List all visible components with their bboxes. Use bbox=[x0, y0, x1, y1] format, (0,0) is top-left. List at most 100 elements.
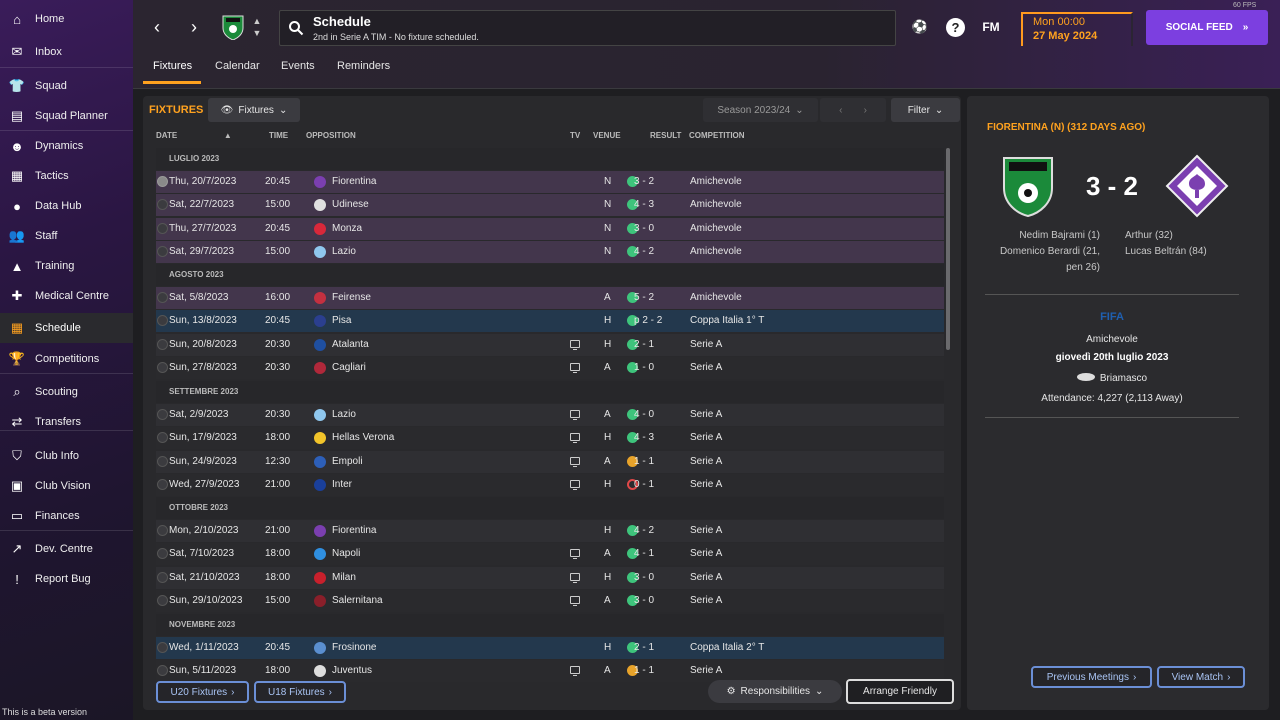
season-nav[interactable]: ‹ › bbox=[820, 98, 886, 122]
fixture-row[interactable]: Sat, 2/9/2023 20:30 Lazio A 4 - 0 Serie A bbox=[156, 404, 944, 426]
responsibilities-dropdown[interactable]: ⚙ Responsibilities ⌄ bbox=[708, 680, 842, 703]
row-checkbox[interactable] bbox=[157, 338, 168, 350]
col-venue[interactable]: VENUE bbox=[593, 131, 621, 140]
fixture-result: 2 - 1 bbox=[634, 642, 655, 653]
fixture-row[interactable]: Thu, 20/7/2023 20:45 Fiorentina N 3 - 2 Amich… bbox=[156, 171, 944, 193]
fixture-row[interactable]: Sat, 7/10/2023 18:00 Napoli A 4 - 1 Serie A bbox=[156, 543, 944, 566]
sidebar-item-schedule[interactable]: ▦ Schedule bbox=[0, 313, 133, 343]
football-icon[interactable]: ⚽ bbox=[909, 16, 931, 38]
row-checkbox[interactable] bbox=[157, 478, 168, 490]
col-competition[interactable]: COMPETITION bbox=[689, 131, 745, 140]
col-tv[interactable]: TV bbox=[570, 131, 580, 140]
forward-button[interactable]: › bbox=[182, 15, 206, 39]
sidebar-item-data-hub[interactable]: ● Data Hub bbox=[0, 191, 133, 221]
row-checkbox[interactable] bbox=[157, 594, 168, 606]
row-checkbox[interactable] bbox=[157, 222, 168, 234]
col-time[interactable]: TIME bbox=[269, 131, 288, 140]
filter-dropdown[interactable]: Filter ⌄ bbox=[891, 98, 960, 122]
row-checkbox[interactable] bbox=[157, 432, 168, 444]
sidebar-item-finances[interactable]: ▭ Finances bbox=[0, 501, 133, 531]
row-checkbox[interactable] bbox=[157, 409, 168, 420]
sidebar-item-squad-planner[interactable]: ▤ Squad Planner bbox=[0, 101, 133, 131]
u20-fixtures-button[interactable]: U20 Fixtures › bbox=[156, 681, 249, 703]
col-result[interactable]: RESULT bbox=[650, 131, 681, 140]
col-date[interactable]: DATE ▲ bbox=[156, 131, 232, 140]
sidebar-item-inbox[interactable]: ✉ Inbox bbox=[0, 37, 133, 67]
u18-fixtures-button[interactable]: U18 Fixtures › bbox=[254, 681, 346, 703]
row-checkbox[interactable] bbox=[157, 245, 168, 257]
arrange-friendly-button[interactable]: Arrange Friendly bbox=[846, 679, 954, 704]
fm-menu-button[interactable]: FM bbox=[980, 16, 1002, 38]
fixture-row[interactable]: Sun, 20/8/2023 20:30 Atalanta H 2 - 1 Serie A bbox=[156, 333, 944, 356]
fixture-row[interactable]: Sun, 17/9/2023 18:00 Hellas Verona H 4 - 3 Se… bbox=[156, 427, 944, 450]
fixture-row[interactable]: Sat, 29/7/2023 15:00 Lazio N 4 - 2 Amichevole bbox=[156, 240, 944, 263]
fixture-row[interactable]: Wed, 1/11/2023 20:45 Frosinone H 2 - 1 Coppa … bbox=[156, 637, 944, 659]
help-icon[interactable]: ? bbox=[946, 18, 965, 37]
sidebar-item-training[interactable]: ▲ Training bbox=[0, 251, 133, 281]
sidebar-item-squad[interactable]: 👕 Squad bbox=[0, 71, 133, 101]
opponent-crest-icon bbox=[314, 478, 326, 491]
fixture-row[interactable]: Sun, 5/11/2023 18:00 Juventus A 1 - 1 Serie A bbox=[156, 660, 944, 683]
row-checkbox[interactable] bbox=[157, 315, 168, 327]
fixture-row[interactable]: Sat, 22/7/2023 15:00 Udinese N 4 - 3 Amichevo… bbox=[156, 194, 944, 217]
row-checkbox[interactable] bbox=[157, 361, 168, 373]
chevron-right-icon[interactable]: › bbox=[864, 105, 867, 116]
row-checkbox[interactable] bbox=[157, 525, 168, 536]
season-dropdown[interactable]: Season 2023/24 ⌄ bbox=[703, 98, 818, 122]
col-opposition[interactable]: OPPOSITION bbox=[306, 131, 356, 140]
sidebar-item-club-vision[interactable]: ▣ Club Vision bbox=[0, 471, 133, 501]
chevron-left-icon[interactable]: ‹ bbox=[839, 105, 842, 116]
social-feed-button[interactable]: SOCIAL FEED » bbox=[1146, 10, 1268, 45]
previous-meetings-button[interactable]: Previous Meetings › bbox=[1031, 666, 1152, 688]
row-checkbox[interactable] bbox=[157, 571, 168, 583]
fixture-opponent: Empoli bbox=[332, 455, 363, 467]
row-checkbox[interactable] bbox=[157, 292, 168, 303]
away-crest-icon[interactable] bbox=[1165, 154, 1229, 218]
sidebar-item-medical-centre[interactable]: ✚ Medical Centre bbox=[0, 281, 133, 311]
club-crest-icon[interactable] bbox=[221, 14, 245, 40]
sidebar-item-dynamics[interactable]: ☻ Dynamics bbox=[0, 131, 133, 161]
fixture-time: 18:00 bbox=[265, 665, 291, 677]
fixture-row[interactable]: Sun, 29/10/2023 15:00 Salernitana A 3 - 0 Ser… bbox=[156, 589, 944, 612]
back-button[interactable]: ‹ bbox=[145, 15, 169, 39]
sidebar-item-staff[interactable]: 👥 Staff bbox=[0, 221, 133, 251]
chevron-right-icon: › bbox=[191, 16, 197, 37]
fixture-row[interactable]: Thu, 27/7/2023 20:45 Monza N 3 - 0 Amichevole bbox=[156, 217, 944, 240]
fixture-row[interactable]: Wed, 27/9/2023 21:00 Inter H 0 - 1 Serie A bbox=[156, 473, 944, 496]
title-search-box[interactable]: Schedule 2nd in Serie A TIM - No fixture… bbox=[279, 10, 896, 46]
sidebar-item-club-info[interactable]: ⛉ Club Info bbox=[0, 441, 133, 471]
fixture-row[interactable]: Sun, 27/8/2023 20:30 Cagliari A 1 - 0 Serie A bbox=[156, 356, 944, 379]
sidebar-item-label: Data Hub bbox=[35, 200, 82, 212]
sidebar-item-scouting[interactable]: ⌕ Scouting bbox=[0, 377, 133, 407]
sidebar-item-transfers[interactable]: ⇄ Transfers bbox=[0, 407, 133, 437]
row-checkbox[interactable] bbox=[157, 199, 168, 211]
fixture-row[interactable]: Mon, 2/10/2023 21:00 Fiorentina H 4 - 2 Serie… bbox=[156, 520, 944, 542]
fixture-row[interactable]: Sun, 13/8/2023 20:45 Pisa Hp 2 - 2 Coppa Ita… bbox=[156, 310, 944, 333]
view-match-button[interactable]: View Match › bbox=[1157, 666, 1245, 688]
tab-events[interactable]: Events bbox=[281, 60, 315, 72]
tv-icon bbox=[570, 456, 580, 467]
fixture-result: 1 - 1 bbox=[634, 665, 655, 677]
sidebar-item-home[interactable]: ⌂ Home bbox=[0, 4, 133, 34]
match-score: 3 - 2 bbox=[1085, 171, 1139, 201]
fixtures-view-dropdown[interactable]: 👁 Fixtures ⌄ bbox=[208, 98, 300, 122]
fixture-row[interactable]: Sat, 21/10/2023 18:00 Milan H 3 - 0 Serie A bbox=[156, 566, 944, 589]
sidebar-item-report-bug[interactable]: ! Report Bug bbox=[0, 564, 133, 594]
fixture-row[interactable]: Sun, 24/9/2023 12:30 Empoli A 1 - 1 Serie A bbox=[156, 450, 944, 473]
row-checkbox[interactable] bbox=[157, 548, 168, 560]
tab-fixtures[interactable]: Fixtures bbox=[153, 60, 192, 72]
row-checkbox[interactable] bbox=[157, 642, 168, 653]
home-crest-icon[interactable] bbox=[1000, 155, 1056, 218]
sidebar-item-dev-centre[interactable]: ↗ Dev. Centre bbox=[0, 534, 133, 564]
sidebar-item-tactics[interactable]: ▦ Tactics bbox=[0, 161, 133, 191]
club-switch-arrows[interactable]: ▲ ▼ bbox=[250, 15, 264, 41]
scrollbar[interactable] bbox=[946, 148, 950, 350]
divider bbox=[985, 417, 1239, 418]
sidebar-item-competitions[interactable]: 🏆 Competitions bbox=[0, 344, 133, 374]
row-checkbox[interactable] bbox=[157, 665, 168, 677]
row-checkbox[interactable] bbox=[157, 176, 168, 187]
tab-reminders[interactable]: Reminders bbox=[337, 60, 390, 72]
fixture-row[interactable]: Sat, 5/8/2023 16:00 Feirense A 5 - 2 Amichevo… bbox=[156, 287, 944, 309]
tab-calendar[interactable]: Calendar bbox=[215, 60, 260, 72]
row-checkbox[interactable] bbox=[157, 455, 168, 467]
